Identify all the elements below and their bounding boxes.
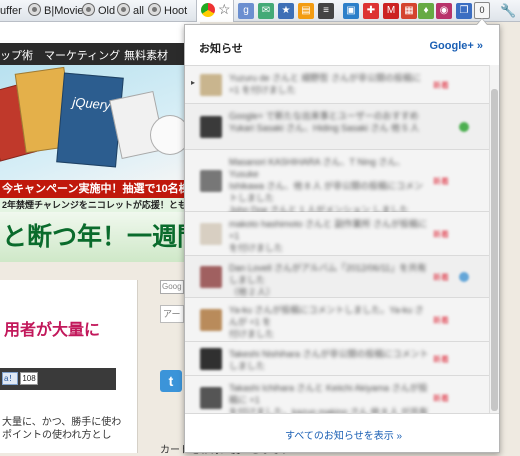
popup-caret-inner	[477, 19, 487, 25]
scrollbar[interactable]	[489, 65, 499, 413]
orange-extension-icon[interactable]: ▤	[298, 3, 314, 19]
notification-text: Ya-ku さんが投稿にコメントしました。Ya-ku さんが +1 を付けました	[229, 305, 424, 339]
nav-item[interactable]: 無料素材	[124, 47, 168, 63]
globe-icon	[117, 3, 130, 16]
bookmark-item[interactable]: B|Movie	[28, 3, 84, 19]
browser-toolbar: uffer B|Movie Old all Hoot ☆ g ✉ ★ ▤ ≡ ▣…	[0, 0, 520, 22]
globe-icon	[28, 3, 41, 16]
pointer-arrow-icon: ▸	[191, 78, 196, 87]
avatar[interactable]	[200, 309, 222, 331]
new-tag: 新着	[433, 177, 449, 186]
nav-item[interactable]: ップ術	[0, 47, 33, 63]
stack-extension-icon[interactable]: ≡	[318, 3, 334, 19]
hero-banner: jQuery	[0, 65, 200, 180]
avatar[interactable]	[200, 387, 222, 409]
article-body: 大量に、かつ、勝手に使わ ポイントの使われ方とし	[2, 417, 122, 441]
bookmark-item[interactable]: all	[117, 3, 144, 19]
article-content: 用者が大量に a！ 108 大量に、かつ、勝手に使わ ポイントの使われ方とし	[0, 280, 138, 453]
site-header	[0, 22, 200, 43]
bookmark-item[interactable]: uffer	[0, 3, 22, 19]
notification-item[interactable]: Takashi Ichihara さんと Keiichi Akiyama さんが…	[185, 376, 489, 413]
status-dot-icon	[459, 122, 469, 132]
new-tag: 新着	[433, 355, 449, 364]
avatar[interactable]	[200, 266, 222, 288]
nav-item[interactable]: マーケティング	[44, 47, 120, 63]
mail-extension-icon[interactable]: ✉	[258, 3, 274, 19]
gmail-extension-icon[interactable]: M	[383, 3, 399, 19]
new-tag: 新着	[433, 230, 449, 239]
globe-icon	[82, 3, 95, 16]
avatar[interactable]	[200, 223, 222, 245]
popup-title: お知らせ	[199, 43, 243, 55]
new-tag: 新着	[433, 394, 449, 403]
screen-extension-icon[interactable]: ▣	[343, 3, 359, 19]
notification-text: Takeshi Nishihara さんが非公開の投稿にコメントしました	[229, 349, 429, 371]
sidebar-input[interactable]: アー	[160, 305, 184, 323]
notification-text: Dan Lovell さんがアルバム「2012/06/11」を共有しました （他 …	[229, 263, 427, 297]
new-tag: 新着	[433, 81, 449, 90]
share-bar: a！ 108	[0, 368, 116, 390]
share-button[interactable]: a！	[2, 372, 18, 385]
window-extension-icon[interactable]: ❐	[456, 3, 472, 19]
google-search-box[interactable]: Goog	[160, 280, 184, 294]
notification-item[interactable]: Masanori KASHIHARA さん、T Ning さん、Yusuke Is…	[185, 150, 489, 227]
red-extension-icon[interactable]: ✚	[363, 3, 379, 19]
avatar[interactable]	[200, 348, 222, 370]
book-title: jQuery	[71, 94, 112, 113]
notifications-popup: お知らせ Google+ » ▸ Yuzuru de さんと 細野哲 さんが非公開…	[184, 24, 500, 453]
notification-item[interactable]: Takeshi Nishihara さんが非公開の投稿にコメントしました 新着	[185, 342, 489, 376]
notification-item[interactable]: Google+ で新たな出来事とユーザーのおすすめ Yukari Sasaki さ…	[185, 104, 489, 150]
notification-item[interactable]: ▸ Yuzuru de さんと 細野哲 さんが非公開の投稿に +1 を付けました 新…	[185, 66, 489, 104]
promo-banner[interactable]: 今キャンペーン実施中！抽選で10名様にiTu	[0, 180, 200, 198]
bookmark-item[interactable]: Hoot	[148, 3, 187, 19]
evernote-extension-icon[interactable]: ♦	[418, 3, 434, 19]
new-tag: 新着	[433, 273, 449, 282]
article-title[interactable]: 用者が大量に	[4, 316, 100, 340]
scrollbar-thumb[interactable]	[491, 89, 498, 411]
bookmark-star-icon[interactable]: ☆	[218, 1, 231, 18]
status-dot-icon	[459, 272, 469, 282]
promo-subbanner[interactable]: 2年禁煙チャレンジをニコレットが応援！ともだち	[0, 198, 200, 212]
notification-text: Yuzuru de さんと 細野哲 さんが非公開の投稿に +1 を付けました	[229, 73, 422, 95]
popup-footer: すべてのお知らせを表示 »	[185, 413, 499, 452]
notification-text: Takashi Ichihara さんと Keiichi Akiyama さんが…	[229, 383, 429, 413]
notification-text: Google+ で新たな出来事とユーザーのおすすめ Yukari Sasaki さ…	[229, 111, 420, 133]
notification-count-badge[interactable]: 0	[474, 2, 490, 19]
globe-icon	[148, 3, 161, 16]
notification-item[interactable]: Dan Lovell さんがアルバム「2012/06/11」を共有しました （他 …	[185, 256, 489, 298]
twitter-icon[interactable]: t	[160, 370, 182, 392]
share-count: 108	[20, 372, 38, 385]
promo-headline[interactable]: と断つ年！一週間	[0, 212, 200, 262]
omnibox-end[interactable]: ☆	[196, 0, 234, 22]
g-extension-icon[interactable]: g	[238, 3, 254, 19]
wrench-icon[interactable]: 🔧	[500, 3, 516, 19]
bookmark-item[interactable]: Old	[82, 3, 115, 19]
star-extension-icon[interactable]: ★	[278, 3, 294, 19]
avatar[interactable]	[200, 116, 222, 138]
site-nav: ップ術 マーケティング 無料素材	[0, 43, 200, 65]
new-tag: 新着	[433, 316, 449, 325]
chrome-icon	[201, 3, 215, 17]
googleplus-link[interactable]: Google+ »	[430, 40, 484, 52]
avatar[interactable]	[200, 74, 222, 96]
gift-extension-icon[interactable]: ▦	[401, 3, 417, 19]
avatar[interactable]	[200, 170, 222, 192]
notification-item[interactable]: Ya-ku さんが投稿にコメントしました。Ya-ku さんが +1 を付けました…	[185, 298, 489, 342]
photo-extension-icon[interactable]: ◉	[436, 3, 452, 19]
notification-list[interactable]: ▸ Yuzuru de さんと 細野哲 さんが非公開の投稿に +1 を付けました新…	[185, 65, 489, 413]
notification-text: makoto hashimoto さんと 副作業所 さんが投稿に +1 を付けまし…	[229, 219, 428, 253]
popup-header: お知らせ Google+ »	[185, 25, 499, 65]
notification-item[interactable]: makoto hashimoto さんと 副作業所 さんが投稿に +1 を付けまし…	[185, 212, 489, 256]
show-all-notifications-link[interactable]: すべてのお知らせを表示 »	[285, 427, 402, 442]
